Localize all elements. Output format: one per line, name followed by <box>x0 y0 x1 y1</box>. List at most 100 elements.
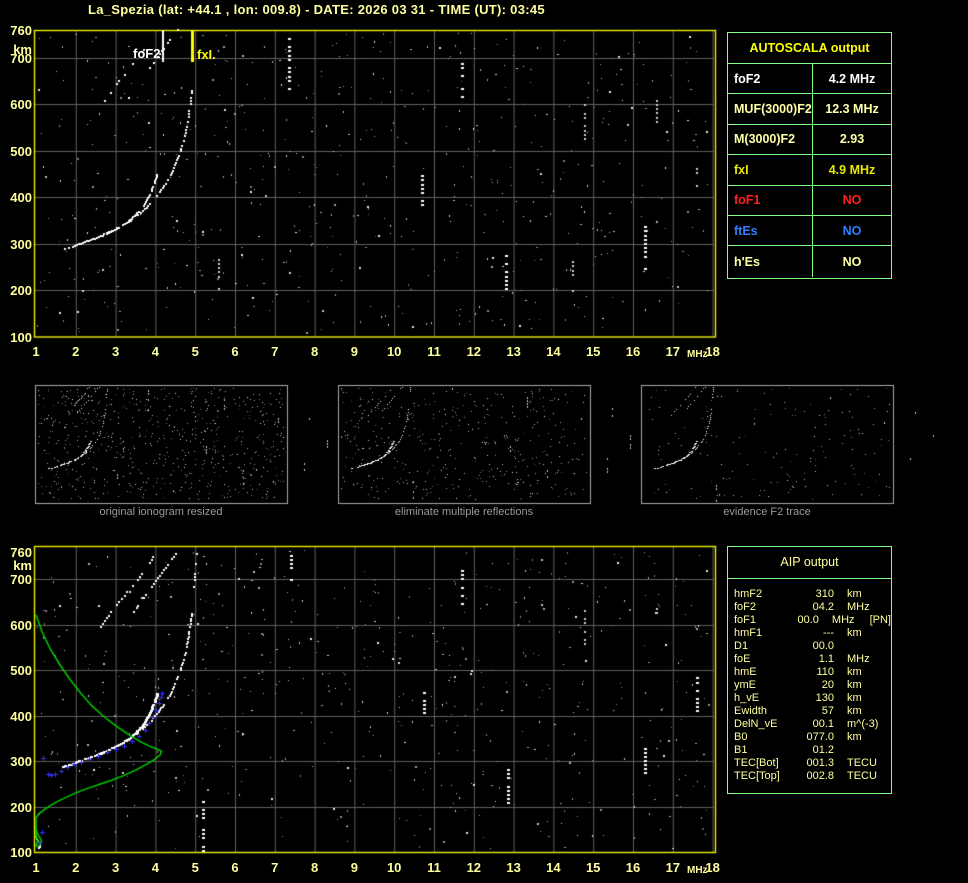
autoscala-table-rows: foF2 4.2 MHz MUF(3000)F2 12.3 MHz M(3000)F2 2… <box>728 64 891 277</box>
aip-val: 01.2 <box>812 744 834 756</box>
y-axis-tick-label: 200 <box>10 283 32 299</box>
aip-val: 001.3 <box>806 757 834 769</box>
y-axis-tick-label: 300 <box>10 754 32 770</box>
aip-row: foF2 04.2 MHz <box>734 601 891 614</box>
aip-unit: MHz <box>847 601 870 613</box>
aip-name: hmF1 <box>734 627 763 639</box>
x-axis-tick-label: 15 <box>585 860 601 875</box>
y-axis-tick-label: 400 <box>10 708 32 724</box>
aip-unit: km <box>847 666 862 678</box>
x-axis-tick-label: 17 <box>665 860 681 875</box>
aip-name: D1 <box>734 640 749 652</box>
aip-row: hmF1 --- km <box>734 627 891 640</box>
thumbnail-caption: eliminate multiple reflections <box>394 506 534 518</box>
aip-val: 1.1 <box>818 653 834 665</box>
aip-val: 57 <box>821 705 834 717</box>
autoscala-row-value: NO <box>842 193 862 208</box>
x-axis-tick-label: 2 <box>72 860 80 875</box>
x-axis-tick-label: 16 <box>625 344 641 359</box>
aip-val: 110 <box>816 666 834 678</box>
aip-row: B1 01.2 <box>734 744 891 757</box>
aip-row: Ewidth 57 km <box>734 705 891 718</box>
aip-row: hmF2 310 km <box>734 588 891 601</box>
aip-row: B0 077.0 km <box>734 731 891 744</box>
x-axis-tick-label: 13 <box>506 344 521 359</box>
x-axis-tick-label: 15 <box>585 344 601 359</box>
aip-row: TEC[Bot] 001.3 TECU <box>734 757 891 770</box>
aip-name: h_vE <box>734 692 760 704</box>
x-axis-tick-label: 6 <box>231 860 239 875</box>
aip-val: 04.2 <box>812 601 834 613</box>
autoscala-row-label: ftEs <box>728 215 813 246</box>
x-axis-tick-label: 1 <box>32 344 40 359</box>
aip-unit: km <box>847 731 862 743</box>
x-axis-unit-label: MHz <box>687 349 708 360</box>
aip-extra: [PN] <box>869 614 891 626</box>
aip-unit <box>847 640 889 653</box>
autoscala-row: foF1 NO <box>728 185 891 216</box>
aip-unit: MHz <box>831 614 855 626</box>
aip-name: hmF2 <box>734 588 763 600</box>
aip-unit: km <box>847 588 862 600</box>
y-axis-tick-label: 100 <box>10 330 32 345</box>
foF2-marker-label: foF2 <box>133 46 161 61</box>
autoscala-row-value: NO <box>842 254 862 269</box>
x-axis-tick-label: 3 <box>111 344 120 359</box>
x-axis-tick-label: 12 <box>466 344 482 359</box>
x-axis-tick-label: 8 <box>310 344 319 359</box>
aip-unit <box>847 744 889 757</box>
aip-unit: km <box>847 705 862 717</box>
aip-val: 077.0 <box>806 731 834 743</box>
aip-name: foE <box>734 653 751 665</box>
autoscala-row: MUF(3000)F2 12.3 MHz <box>728 94 891 125</box>
aip-unit: MHz <box>847 653 870 665</box>
aip-name: TEC[Top] <box>734 770 780 782</box>
autoscala-row: h'Es NO <box>728 246 891 277</box>
thumbnail-caption: original ionogram resized <box>99 506 223 518</box>
y-axis-tick-label: 600 <box>10 97 32 113</box>
aip-unit: km <box>847 692 862 704</box>
x-axis-tick-label: 9 <box>350 344 359 359</box>
x-axis-unit-label: MHz <box>687 865 708 876</box>
aip-val: 310 <box>815 588 834 600</box>
aip-row: D1 00.0 <box>734 640 891 653</box>
x-axis-tick-label: 11 <box>427 344 441 359</box>
aip-row: foF1 00.0 MHz [PN] <box>734 614 891 627</box>
y-axis-tick-label: 100 <box>10 845 32 860</box>
aip-name: Ewidth <box>734 705 768 717</box>
aip-row: foE 1.1 MHz <box>734 653 891 666</box>
x-axis-tick-label: 1 <box>32 860 40 875</box>
autoscala-row: fxI 4.9 MHz <box>728 155 891 186</box>
aip-val: 00.1 <box>812 718 834 730</box>
aip-output-table: AIP output hmF2 310 km foF2 04.2 MHz foF1 00.0 M… <box>727 546 892 794</box>
fxI-marker-label: fxI. <box>197 47 216 62</box>
y-axis-tick-label: 600 <box>10 617 32 633</box>
autoscala-row-value: NO <box>842 223 862 238</box>
aip-name: foF2 <box>734 601 757 613</box>
aip-row: TEC[Top] 002.8 TECU <box>734 770 891 783</box>
x-axis-tick-label: 2 <box>72 344 80 359</box>
autoscala-row: ftEs NO <box>728 215 891 247</box>
aip-val: 00.0 <box>797 614 819 626</box>
autoscala-row-label: h'Es <box>728 246 813 277</box>
x-axis-tick-label: 6 <box>231 344 239 359</box>
aip-row: DelN_vE 00.1 m^(-3) <box>734 718 891 731</box>
station-title: La_Spezia (lat: +44.1 , lon: 009.8) - DA… <box>88 2 545 17</box>
x-axis-tick-label: 12 <box>466 860 482 875</box>
autoscala-row-value: 4.2 MHz <box>828 71 876 86</box>
aip-val: 130 <box>815 692 834 704</box>
aip-name: ymE <box>734 679 756 691</box>
autoscala-row-label: foF2 <box>728 64 813 94</box>
y-axis-tick-label: 200 <box>10 799 32 815</box>
aip-unit: m^(-3) <box>847 718 879 730</box>
autoscala-row-label: M(3000)F2 <box>728 124 813 155</box>
aip-row: hmE 110 km <box>734 666 891 679</box>
autoscala-row-label: foF1 <box>728 185 813 215</box>
y-axis-tick-label: 300 <box>10 236 32 252</box>
x-axis-tick-label: 10 <box>386 344 402 359</box>
x-axis-tick-label: 13 <box>506 860 521 875</box>
aip-unit: TECU <box>847 770 877 782</box>
y-axis-unit-label: km <box>13 42 32 57</box>
autoscala-row-value: 12.3 MHz <box>825 102 879 117</box>
y-axis-tick-label: 500 <box>10 143 32 159</box>
